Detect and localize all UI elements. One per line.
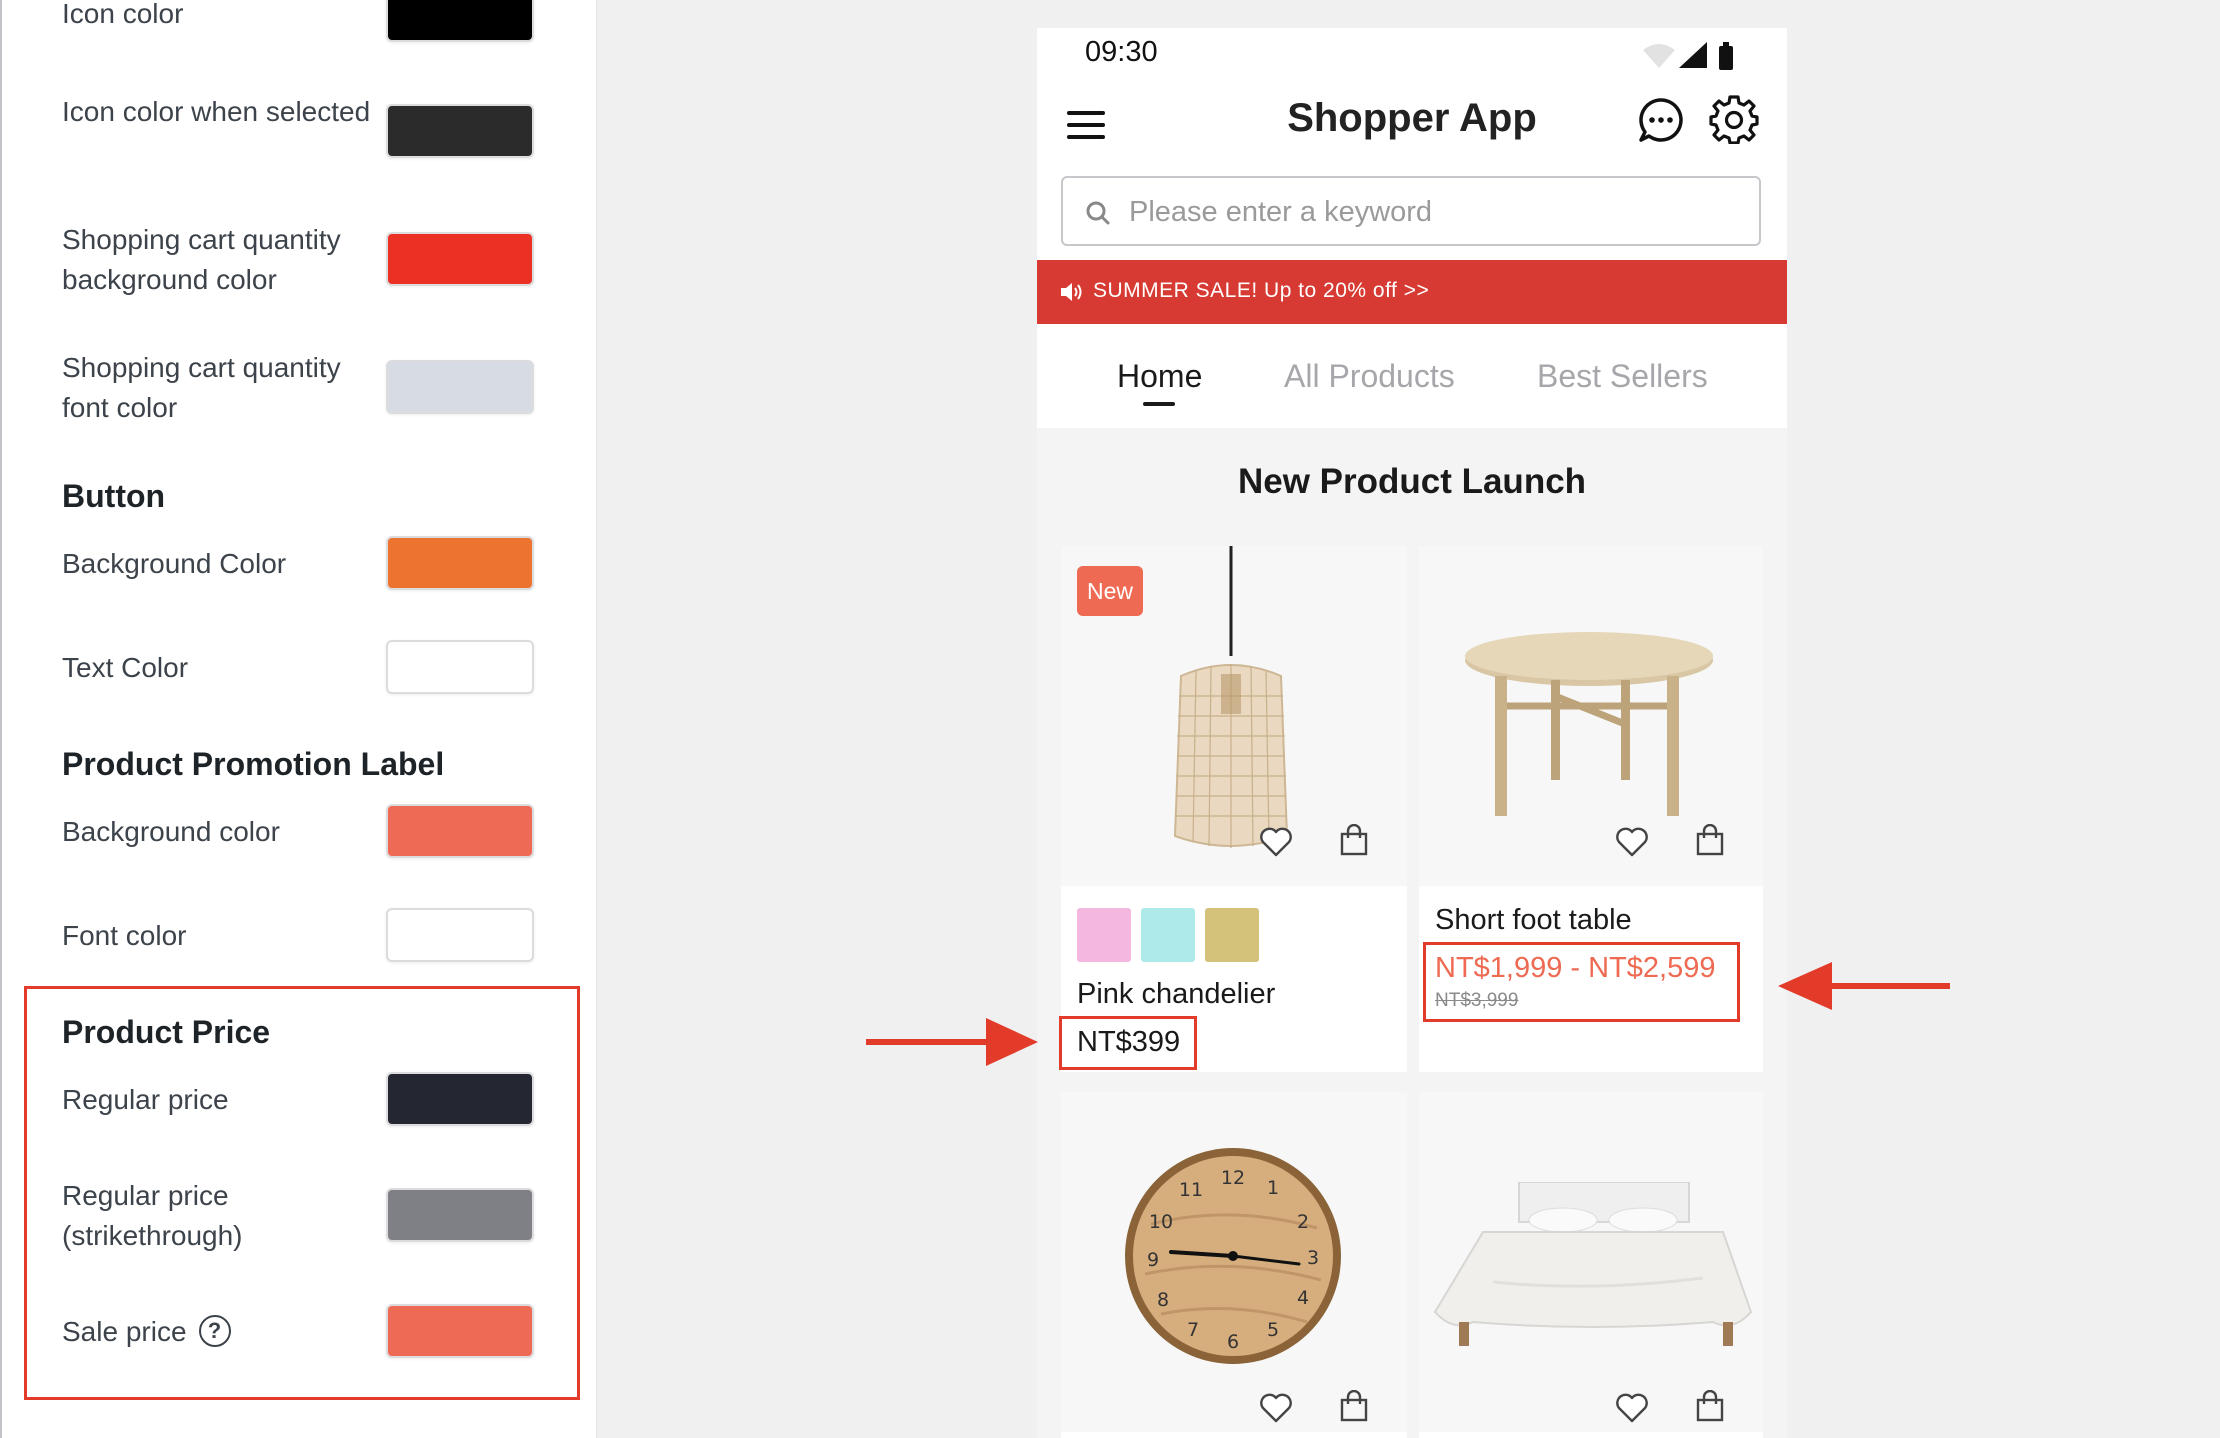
svg-text:8: 8 xyxy=(1157,1289,1169,1311)
search-input[interactable] xyxy=(1127,178,1731,246)
tab-all-products[interactable]: All Products xyxy=(1284,358,1455,395)
wall-clock-image: 12 12 3 45 6 7 8 9 10 11 xyxy=(1125,1148,1341,1364)
phone-preview: 09:30 Shopper App SUMMER SALE! Up to 20%… xyxy=(1037,28,1787,1438)
heart-icon[interactable] xyxy=(1259,826,1293,858)
price-heading: Product Price xyxy=(62,1014,271,1050)
svg-text:1: 1 xyxy=(1267,1177,1279,1199)
bed-image xyxy=(1433,1182,1753,1346)
sale-price-label: Sale price xyxy=(62,1316,187,1347)
regular-price-swatch[interactable] xyxy=(386,1072,534,1126)
icon-color-selected-swatch[interactable] xyxy=(386,104,534,158)
cart-qty-font-label: Shopping cart quantity font color xyxy=(62,352,341,423)
svg-text:9: 9 xyxy=(1147,1249,1159,1271)
tab-home[interactable]: Home xyxy=(1117,358,1202,395)
help-icon[interactable]: ? xyxy=(198,1314,231,1347)
svg-text:2: 2 xyxy=(1297,1211,1309,1233)
color-option-gold[interactable] xyxy=(1205,908,1259,962)
sale-price-swatch[interactable] xyxy=(386,1304,534,1358)
settings-panel: Icon color Icon color when selected Shop… xyxy=(0,0,597,1438)
cart-qty-font-swatch[interactable] xyxy=(386,360,534,414)
heart-icon[interactable] xyxy=(1259,1392,1293,1424)
sale-price-highlight-box xyxy=(1423,942,1740,1022)
speaker-icon xyxy=(1061,283,1082,301)
svg-text:10: 10 xyxy=(1149,1211,1173,1233)
shopping-bag-icon[interactable] xyxy=(1693,824,1727,856)
svg-text:3: 3 xyxy=(1307,1247,1319,1269)
active-tab-indicator xyxy=(1143,402,1175,406)
icon-color-selected-label: Icon color when selected xyxy=(62,96,371,127)
status-bar-icons xyxy=(1643,42,1733,70)
strike-price-swatch[interactable] xyxy=(386,1188,534,1242)
color-option-cyan[interactable] xyxy=(1141,908,1195,962)
shopping-bag-icon[interactable] xyxy=(1337,824,1371,856)
svg-text:12: 12 xyxy=(1221,1167,1245,1189)
button-text-swatch[interactable] xyxy=(386,640,534,694)
promo-banner[interactable]: SUMMER SALE! Up to 20% off >> xyxy=(1037,260,1787,324)
arrow-left-icon xyxy=(1778,962,1950,1010)
strike-price-label: Regular price (strikethrough) xyxy=(62,1180,243,1251)
button-bg-swatch[interactable] xyxy=(386,536,534,590)
sale-price-row: Sale price? xyxy=(62,1312,382,1352)
battery-icon xyxy=(1719,46,1733,70)
table-image xyxy=(1465,632,1713,816)
section-title: New Product Launch xyxy=(1237,462,1587,501)
wifi-icon xyxy=(1643,44,1675,68)
heart-icon[interactable] xyxy=(1615,1392,1649,1424)
product-card[interactable] xyxy=(1419,1092,1763,1438)
shopping-bag-icon[interactable] xyxy=(1337,1390,1371,1422)
new-badge: New xyxy=(1077,566,1143,616)
promo-bg-swatch[interactable] xyxy=(386,804,534,858)
cart-qty-bg-label: Shopping cart quantity background color xyxy=(62,224,341,295)
button-text-label: Text Color xyxy=(62,652,189,683)
heart-icon[interactable] xyxy=(1615,826,1649,858)
icon-color-label: Icon color xyxy=(62,0,184,29)
chat-bubble-icon[interactable] xyxy=(1637,96,1685,144)
cart-qty-bg-swatch[interactable] xyxy=(386,232,534,286)
shopping-bag-icon[interactable] xyxy=(1693,1390,1727,1422)
button-bg-label: Background Color xyxy=(62,548,287,579)
promo-font-label: Font color xyxy=(62,920,187,951)
svg-text:7: 7 xyxy=(1187,1319,1199,1341)
search-box[interactable] xyxy=(1061,176,1761,246)
promo-bg-label: Background color xyxy=(62,816,280,847)
status-time: 09:30 xyxy=(1085,36,1158,68)
gear-icon[interactable] xyxy=(1709,94,1759,144)
product-card[interactable]: 12 1 2 3 45 6 7 8 9 10 11 xyxy=(1061,1092,1407,1438)
promo-heading: Product Promotion Label xyxy=(62,746,445,782)
arrow-right-icon xyxy=(866,1018,1038,1066)
banner-text: SUMMER SALE! Up to 20% off >> xyxy=(1093,279,1430,302)
svg-text:4: 4 xyxy=(1297,1287,1309,1309)
product-name[interactable]: Short foot table xyxy=(1435,904,1632,937)
tab-best-sellers[interactable]: Best Sellers xyxy=(1537,358,1708,395)
svg-text:6: 6 xyxy=(1227,1331,1239,1353)
regular-price-highlight-box xyxy=(1059,1016,1197,1070)
button-heading: Button xyxy=(62,478,166,514)
icon-color-swatch[interactable] xyxy=(386,0,534,42)
svg-text:5: 5 xyxy=(1267,1319,1279,1341)
promo-font-swatch[interactable] xyxy=(386,908,534,962)
svg-text:11: 11 xyxy=(1179,1179,1203,1201)
search-icon xyxy=(1086,201,1110,225)
regular-price-label: Regular price xyxy=(62,1084,229,1115)
product-name[interactable]: Pink chandelier xyxy=(1077,978,1275,1011)
color-option-pink[interactable] xyxy=(1077,908,1131,962)
signal-icon xyxy=(1679,42,1707,68)
